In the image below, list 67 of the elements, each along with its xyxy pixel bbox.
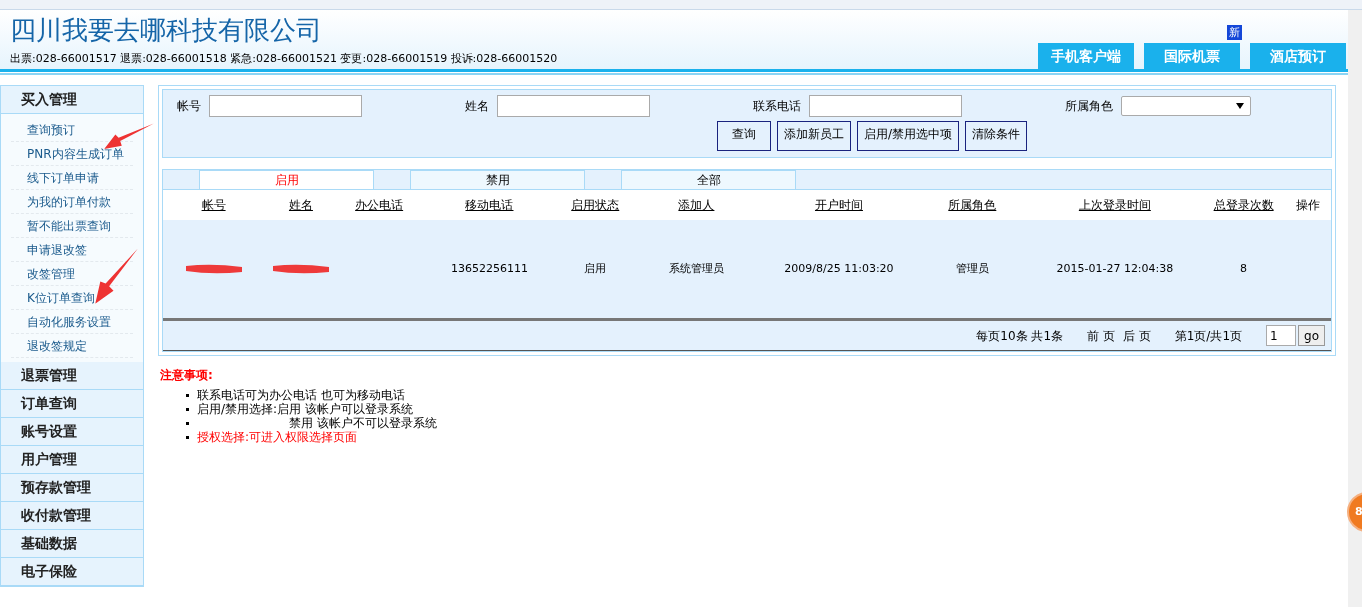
bullet-icon bbox=[186, 435, 189, 439]
badge-count: 8 bbox=[1355, 503, 1362, 520]
sidebar-item[interactable]: 暂不能出票查询 bbox=[11, 214, 133, 238]
table-cell-text: 13652256111 bbox=[451, 260, 528, 277]
status-tab[interactable]: 全部 bbox=[621, 170, 796, 189]
table-cell-text: 系统管理员 bbox=[668, 260, 724, 277]
field-label: 姓名 bbox=[465, 98, 489, 115]
action-button[interactable]: 清除条件 bbox=[965, 121, 1027, 151]
sidebar-section[interactable]: 预存款管理 bbox=[1, 474, 143, 502]
bullet-icon bbox=[186, 407, 189, 411]
table-cell-text: 管理员 bbox=[955, 260, 989, 277]
hotline-numbers: 出票:028-66001517 退票:028-66001518 紧急:028-66001521 变更:028-66001519 投诉:028-66001520 bbox=[10, 50, 558, 67]
column-header: 操作 bbox=[1296, 197, 1320, 214]
table-cell-text: 启用 bbox=[584, 260, 607, 277]
column-header[interactable]: 办公电话 bbox=[355, 196, 404, 214]
sidebar-item[interactable]: 为我的订单付款 bbox=[11, 190, 133, 214]
table-cell-text: 2009/8/25 11:03:20 bbox=[784, 260, 894, 277]
sidebar-section[interactable]: 基础数据 bbox=[1, 530, 143, 558]
role-select[interactable] bbox=[1121, 96, 1251, 116]
new-badge: 新 bbox=[1227, 25, 1242, 40]
company-title: 四川我要去哪科技有限公司 bbox=[10, 13, 323, 47]
action-button[interactable]: 查询 bbox=[716, 121, 771, 151]
dropdown-icon bbox=[1236, 103, 1244, 109]
action-button[interactable]: 添加新员工 bbox=[776, 121, 851, 151]
input-field[interactable] bbox=[209, 95, 362, 117]
column-header[interactable]: 姓名 bbox=[288, 196, 313, 214]
status-tab[interactable]: 禁用 bbox=[410, 170, 585, 189]
status-tab[interactable]: 启用 bbox=[199, 170, 374, 189]
table-cell-text: 2015-01-27 12:04:38 bbox=[1056, 260, 1174, 277]
column-header[interactable]: 所属角色 bbox=[948, 196, 997, 214]
column-header[interactable]: 帐号 bbox=[201, 196, 226, 214]
sidebar-section[interactable]: 退票管理 bbox=[1, 362, 143, 390]
column-header[interactable]: 启用状态 bbox=[571, 196, 620, 214]
bullet-icon bbox=[186, 421, 189, 425]
sidebar-item[interactable]: 线下订单申请 bbox=[11, 166, 133, 190]
field-label: 帐号 bbox=[177, 98, 201, 115]
sidebar-section[interactable]: 收付款管理 bbox=[1, 502, 143, 530]
column-header[interactable]: 添加人 bbox=[678, 196, 715, 214]
field-label: 所属角色 bbox=[1065, 98, 1113, 115]
note-text: 禁用 该帐户不可以登录系统 bbox=[288, 416, 437, 430]
notes-title: 注意事项: bbox=[160, 367, 214, 384]
sidebar-section[interactable]: 买入管理 bbox=[1, 86, 143, 114]
page-summary: 每页10条 共1条 bbox=[976, 327, 1064, 345]
sidebar-item[interactable]: 退改签规定 bbox=[11, 334, 133, 358]
prev-page-link[interactable]: 前 页 bbox=[1087, 326, 1115, 345]
sidebar-section[interactable]: 账号设置 bbox=[1, 418, 143, 446]
note-text: 联系电话可为办公电话 也可为移动电话 bbox=[197, 388, 405, 402]
table-cell-text: 8 bbox=[1240, 260, 1248, 277]
note-text: 授权选择:可进入权限选择页面 bbox=[197, 430, 358, 444]
input-field[interactable] bbox=[497, 95, 650, 117]
note-text: 启用/禁用选择:启用 该帐户可以登录系统 bbox=[197, 402, 413, 416]
go-button[interactable]: go bbox=[1298, 325, 1325, 346]
column-header[interactable]: 开户时间 bbox=[814, 196, 863, 214]
sidebar-section[interactable]: 电子保险 bbox=[1, 558, 143, 586]
column-header[interactable]: 移动电话 bbox=[465, 196, 514, 214]
action-button[interactable]: 启用/禁用选中项 bbox=[856, 121, 959, 151]
page-input[interactable]: 1 bbox=[1266, 325, 1297, 346]
column-header[interactable]: 上次登录时间 bbox=[1078, 196, 1151, 214]
field-label: 联系电话 bbox=[753, 98, 801, 115]
column-header[interactable]: 总登录次数 bbox=[1213, 196, 1274, 214]
page-info: 第1页/共1页 bbox=[1174, 327, 1243, 345]
next-page-link[interactable]: 后 页 bbox=[1122, 326, 1151, 345]
sidebar-section[interactable]: 订单查询 bbox=[1, 390, 143, 418]
sidebar-item[interactable]: 自动化服务设置 bbox=[11, 310, 133, 334]
input-field[interactable] bbox=[809, 95, 962, 117]
bullet-icon bbox=[186, 393, 189, 397]
sidebar-section[interactable]: 用户管理 bbox=[1, 446, 143, 474]
